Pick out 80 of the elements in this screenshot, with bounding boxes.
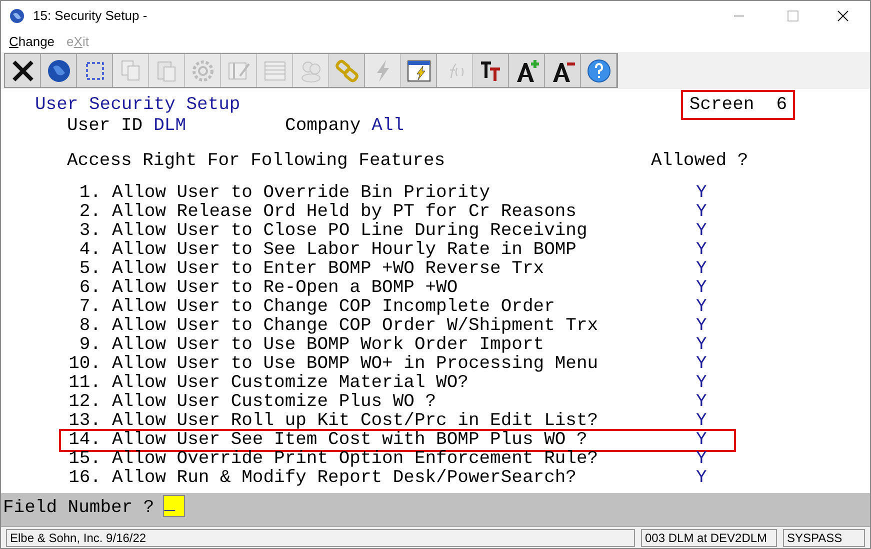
feature-label: Allow User to See Labor Hourly Rate in BOMP	[112, 241, 578, 260]
allowed-value: Y	[696, 412, 707, 431]
status-field: 003 DLM at DEV2DLM	[641, 528, 777, 546]
row-number: 2.	[78, 203, 101, 222]
allowed-value: Y	[696, 393, 707, 412]
row-number: 5.	[78, 260, 101, 279]
feature-label: Allow User to Enter BOMP +WO Reverse Trx	[112, 260, 546, 279]
allowed-value: Y	[696, 336, 707, 355]
screen-title: User Security Setup	[35, 96, 240, 114]
toolbar-button[interactable]	[401, 54, 437, 87]
row-number: 16.	[68, 469, 101, 488]
prompt-label: Field Number ?	[3, 497, 154, 520]
row-number: 9.	[78, 336, 101, 355]
row-number: 6.	[78, 279, 101, 298]
user-id-label: User ID	[67, 116, 143, 136]
row-number: 8.	[78, 317, 101, 336]
allowed-value: Y	[696, 355, 707, 374]
feature-label: Allow User Customize Material WO?	[112, 374, 470, 393]
status-field: SYSPASS	[783, 528, 865, 546]
allowed-heading: Allowed ?	[651, 152, 748, 170]
toolbar-button[interactable]	[473, 54, 509, 87]
feature-label: Allow User to Use BOMP WO+ in Processing Menu	[112, 355, 600, 374]
allowed-value: Y	[696, 241, 707, 260]
toolbar-button[interactable]	[5, 54, 41, 87]
screen-label: Screen	[689, 96, 754, 114]
row-number: 7.	[78, 298, 101, 317]
feature-label: Allow User Customize Plus WO ?	[112, 393, 438, 412]
row-number: 13.	[68, 412, 101, 431]
feature-label: Allow User See Item Cost with BOMP Plus WO ?	[112, 431, 588, 450]
feature-label: Allow Release Ord Held by PT for Cr Reasons	[112, 203, 578, 222]
allowed-value: Y	[696, 298, 707, 317]
window-title: 15: Security Setup -	[33, 7, 148, 26]
allowed-value: Y	[696, 374, 707, 393]
allowed-value: Y	[696, 450, 707, 469]
feature-label: Allow User to Change COP Order W/Shipment Trx	[112, 317, 600, 336]
row-number: 10.	[68, 355, 101, 374]
feature-label: Allow User to Close PO Line During Receiving	[112, 222, 588, 241]
feature-label: Allow Override Print Option Enforcement Rule?	[112, 450, 600, 469]
close-icon	[10, 58, 36, 84]
screen-number: 6	[776, 96, 787, 114]
row-number: 3.	[78, 222, 101, 241]
row-number: 4.	[78, 241, 101, 260]
globe-icon	[46, 58, 72, 84]
row-number: 11.	[68, 374, 101, 393]
company-value: All	[372, 116, 404, 136]
section-heading: Access Right For Following Features	[67, 152, 446, 170]
gear-icon	[190, 58, 216, 84]
field-number-input[interactable]: _	[163, 495, 186, 517]
window-lightning-icon	[406, 58, 432, 84]
allowed-value: Y	[696, 279, 707, 298]
toolbar-button[interactable]	[77, 54, 113, 87]
toolbar-button[interactable]	[509, 54, 545, 87]
allowed-value: Y	[696, 203, 707, 222]
allowed-value: Y	[696, 431, 707, 450]
row-number: 15.	[68, 450, 101, 469]
feature-label: Allow Run & Modify Report Desk/PowerSearch?	[112, 469, 578, 488]
allowed-value: Y	[696, 469, 707, 488]
feature-label: Allow User to Override Bin Priority	[112, 184, 492, 203]
close-icon[interactable]	[836, 9, 850, 23]
app-globe-icon	[9, 8, 25, 24]
toolbar-button[interactable]	[581, 54, 617, 87]
row-number: 12.	[68, 393, 101, 412]
allowed-value: Y	[696, 260, 707, 279]
user-id-value: DLM	[154, 116, 186, 136]
menu-item[interactable]: Change	[9, 32, 55, 52]
status-field: Elbe & Sohn, Inc. 9/16/22	[6, 528, 635, 546]
feature-label: Allow User to Re-Open a BOMP +WO	[112, 279, 459, 298]
company-label: Company	[285, 116, 361, 136]
chain-link-icon	[334, 58, 360, 84]
allowed-value: Y	[696, 317, 707, 336]
allowed-value: Y	[696, 222, 707, 241]
feature-label: Allow User to Use BOMP Work Order Import	[112, 336, 546, 355]
allowed-value: Y	[696, 184, 707, 203]
row-number: 1.	[78, 184, 101, 203]
row-number: 14.	[68, 431, 101, 450]
help-icon	[586, 58, 612, 84]
toolbar-button[interactable]	[545, 54, 581, 87]
feature-label: Allow User to Change COP Incomplete Order	[112, 298, 556, 317]
maximize-icon[interactable]	[786, 9, 800, 23]
feature-label: Allow User Roll up Kit Cost/Prc in Edit List?	[112, 412, 600, 431]
